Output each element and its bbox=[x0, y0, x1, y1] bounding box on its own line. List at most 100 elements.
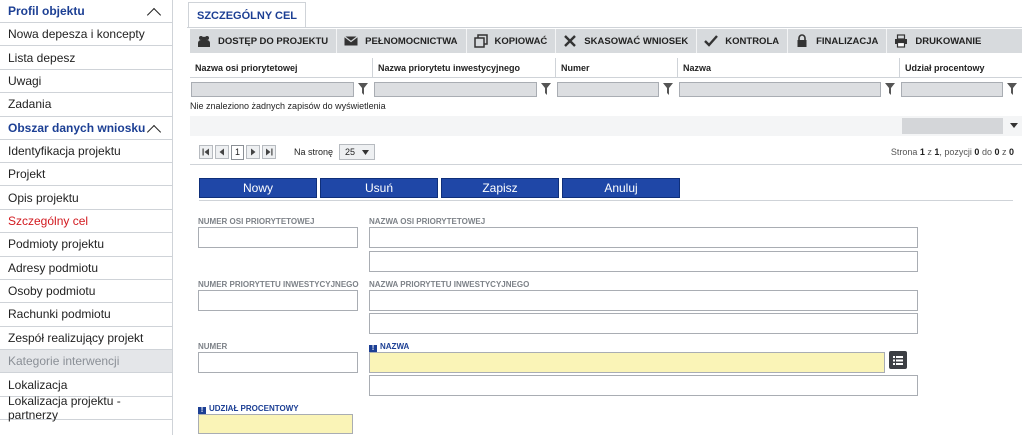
sidebar-item-kategorie: Kategorie interwencji bbox=[0, 350, 172, 374]
filter-input[interactable] bbox=[374, 81, 537, 97]
numer-osi-label: NUMER OSI PRIORYTETOWEJ bbox=[198, 217, 315, 226]
check-button[interactable]: KONTROLA bbox=[697, 29, 789, 53]
pager-info-text: , pozycji bbox=[939, 147, 975, 157]
copy-button[interactable]: KOPIOWAĆ bbox=[467, 29, 557, 53]
printer-icon bbox=[894, 34, 908, 48]
sidebar-item-rachunki[interactable]: Rachunki podmiotu bbox=[0, 303, 172, 327]
pager-info-text: z bbox=[924, 147, 935, 157]
nazwa-osi-field[interactable] bbox=[369, 227, 918, 248]
column-header-nazwa-osi[interactable]: Nazwa osi priorytetowej bbox=[190, 58, 373, 78]
column-header-numer[interactable]: Numer bbox=[556, 58, 678, 78]
column-header-nazwa-priorytetu[interactable]: Nazwa priorytetu inwestycyjnego bbox=[373, 58, 556, 78]
nazwa-priorytetu-field[interactable] bbox=[369, 290, 918, 311]
delete-label: SKASOWAĆ WNIOSEK bbox=[584, 35, 689, 47]
pager-info-number: 0 bbox=[1008, 147, 1014, 157]
last-page-icon bbox=[266, 148, 273, 156]
sidebar-section-obszar[interactable]: Obszar danych wniosku bbox=[0, 117, 172, 140]
sidebar-item-lokalizacja-partnerzy[interactable]: Lokalizacja projektu - partnerzy bbox=[0, 394, 172, 423]
sidebar-item-zespol[interactable]: Zespół realizujący projekt bbox=[0, 327, 172, 351]
column-header-udzial[interactable]: Udział procentowy bbox=[900, 58, 1022, 78]
nazwa-label-text: NAZWA bbox=[380, 342, 410, 351]
filter-input[interactable] bbox=[191, 81, 354, 97]
column-chooser[interactable] bbox=[902, 118, 1003, 134]
chevron-up-icon[interactable] bbox=[148, 6, 158, 16]
proxy-button[interactable]: PEŁNOMOCNICTWA bbox=[337, 29, 467, 53]
filter-icon[interactable] bbox=[1005, 82, 1019, 96]
first-page-icon bbox=[202, 148, 209, 156]
chevron-left-icon bbox=[219, 148, 224, 156]
numer-field[interactable] bbox=[198, 352, 358, 373]
sidebar-section-profil[interactable]: Profil objektu bbox=[0, 0, 172, 23]
tab-szczegolny-cel[interactable]: SZCZEGÓLNY CEL bbox=[188, 2, 307, 28]
delete-button[interactable]: Usuń bbox=[320, 178, 438, 198]
nazwa-field[interactable] bbox=[369, 352, 885, 373]
filter-icon[interactable] bbox=[661, 82, 675, 96]
sidebar-item-label: Lokalizacja projektu - partnerzy bbox=[8, 394, 121, 423]
filter-input[interactable] bbox=[557, 81, 659, 97]
list-select-button[interactable] bbox=[889, 351, 907, 369]
delete-application-button[interactable]: SKASOWAĆ WNIOSEK bbox=[556, 29, 698, 53]
filter-cell bbox=[678, 79, 900, 99]
per-page-value: 25 bbox=[345, 147, 356, 157]
sidebar-item-lista-depesz[interactable]: Lista depesz bbox=[0, 46, 172, 70]
proxy-label: PEŁNOMOCNICTWA bbox=[365, 35, 458, 47]
numer-priorytetu-field[interactable] bbox=[198, 290, 358, 311]
action-bar: Nowy Usuń Zapisz Anuluj bbox=[199, 178, 683, 198]
column-header-label: Numer bbox=[561, 62, 590, 73]
last-page-button[interactable] bbox=[262, 145, 276, 159]
sidebar-item-opis-projektu[interactable]: Opis projektu bbox=[0, 186, 172, 210]
sidebar-item-label: Nowa depesza i koncepty bbox=[8, 27, 145, 42]
column-header-nazwa[interactable]: Nazwa bbox=[678, 58, 900, 78]
sidebar-item-zadania[interactable]: Zadania bbox=[0, 93, 172, 117]
print-button[interactable]: DRUKOWANIE bbox=[887, 29, 989, 53]
access-button[interactable]: DOSTĘP DO PROJEKTU bbox=[190, 29, 338, 53]
grid-header: Nazwa osi priorytetowej Nazwa priorytetu… bbox=[190, 58, 1022, 78]
finalize-label: FINALIZACJA bbox=[816, 35, 879, 47]
nazwa-field-2[interactable] bbox=[369, 375, 918, 396]
sidebar-item-szczegolny-cel[interactable]: Szczególny cel bbox=[0, 210, 172, 234]
next-page-button[interactable] bbox=[246, 145, 260, 159]
nazwa-priorytetu-field-2[interactable] bbox=[369, 313, 918, 334]
filter-input[interactable] bbox=[901, 81, 1003, 97]
sidebar-item-nowa-depesza[interactable]: Nowa depesza i koncepty bbox=[0, 23, 172, 47]
lock-icon bbox=[795, 34, 809, 48]
pager: 1 Na stronę 25 Strona 1 z 1, pozycji 0 d… bbox=[190, 140, 1022, 165]
filter-input[interactable] bbox=[679, 81, 881, 97]
cancel-button[interactable]: Anuluj bbox=[562, 178, 680, 198]
column-header-label: Nazwa osi priorytetowej bbox=[195, 62, 298, 73]
sidebar-item-label: Lokalizacja bbox=[8, 377, 68, 392]
sidebar-item-podmioty[interactable]: Podmioty projektu bbox=[0, 233, 172, 257]
column-header-label: Nazwa priorytetu inwestycyjnego bbox=[378, 62, 521, 73]
sidebar-item-label: Projekt bbox=[8, 167, 46, 182]
print-label: DRUKOWANIE bbox=[915, 35, 982, 47]
save-button[interactable]: Zapisz bbox=[441, 178, 559, 198]
sidebar-item-label: Lista depesz bbox=[8, 50, 76, 65]
prev-page-button[interactable] bbox=[215, 145, 229, 159]
sidebar-item-uwagi[interactable]: Uwagi bbox=[0, 70, 172, 94]
udzial-label-text: UDZIAŁ PROCENTOWY bbox=[209, 404, 299, 413]
copy-label: KOPIOWAĆ bbox=[494, 35, 548, 47]
sidebar-item-projekt[interactable]: Projekt bbox=[0, 163, 172, 187]
udzial-field[interactable] bbox=[198, 414, 353, 434]
sidebar-item-adresy[interactable]: Adresy podmiotu bbox=[0, 257, 172, 280]
current-page[interactable]: 1 bbox=[231, 144, 244, 160]
first-page-button[interactable] bbox=[199, 145, 213, 159]
filter-row bbox=[190, 79, 1022, 99]
new-button[interactable]: Nowy bbox=[199, 178, 317, 198]
numer-priorytetu-label: NUMER PRIORYTETU INWESTYCYJNEGO bbox=[198, 280, 359, 289]
nazwa-osi-field-2[interactable] bbox=[369, 251, 918, 272]
sidebar-section-title: Obszar danych wniosku bbox=[8, 120, 146, 135]
users-icon bbox=[197, 34, 211, 48]
filter-icon[interactable] bbox=[539, 82, 553, 96]
per-page-select[interactable]: 25 bbox=[339, 144, 376, 160]
finalize-button[interactable]: FINALIZACJA bbox=[788, 29, 888, 53]
chevron-down-icon[interactable] bbox=[1010, 123, 1018, 128]
numer-osi-field[interactable] bbox=[198, 227, 358, 248]
filter-cell bbox=[190, 79, 373, 99]
sidebar-item-label: Szczególny cel bbox=[8, 213, 89, 228]
chevron-up-icon[interactable] bbox=[148, 123, 158, 133]
sidebar-item-osoby[interactable]: Osoby podmiotu bbox=[0, 280, 172, 304]
filter-icon[interactable] bbox=[883, 82, 897, 96]
sidebar-item-identyfikacja[interactable]: Identyfikacja projektu bbox=[0, 140, 172, 163]
filter-icon[interactable] bbox=[356, 82, 370, 96]
